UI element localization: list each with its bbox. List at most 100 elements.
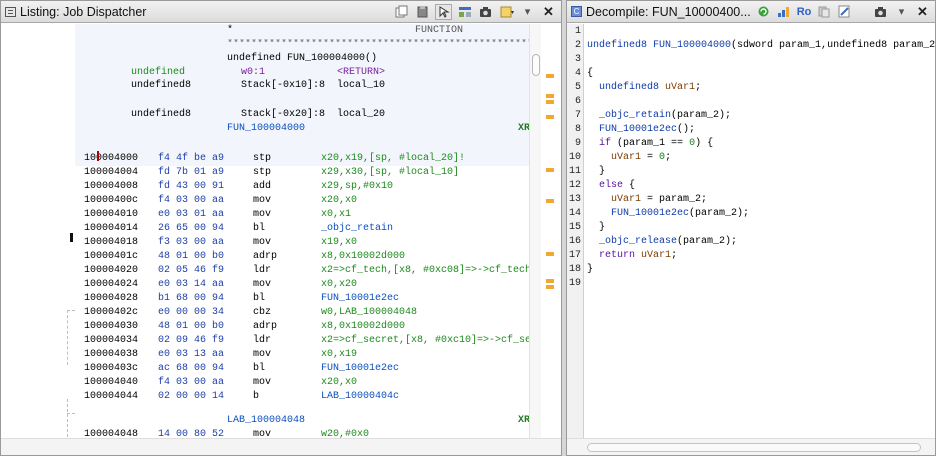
instruction-operands: x29,x30,[sp, #local_10] <box>321 167 460 178</box>
listing-title: Listing: Job Dispatcher <box>20 4 147 19</box>
instruction-address: 100004030 <box>84 321 139 332</box>
overview-marker[interactable] <box>546 279 554 283</box>
instruction-mnemonic: mov <box>253 237 272 248</box>
instruction-mnemonic: mov <box>253 209 272 220</box>
instruction-address: 100004038 <box>84 349 139 360</box>
view-menu-icon[interactable] <box>498 4 515 20</box>
overview-marker[interactable] <box>546 199 554 203</box>
code-token[interactable]: uVar1 <box>665 82 695 93</box>
var-location: Stack[-0x10]:8 <box>241 80 326 91</box>
code-line: uVar1 = 0; <box>587 152 671 163</box>
code-token: ; <box>665 152 672 163</box>
copy-icon[interactable] <box>815 4 832 20</box>
instruction-address: 10000400c <box>84 195 139 206</box>
code-token[interactable]: FUN_100004000 <box>653 40 731 51</box>
line-number: 1 <box>574 26 581 37</box>
code-label[interactable]: LAB_100004048 <box>227 415 305 427</box>
field-layout-icon[interactable] <box>456 4 473 20</box>
function-name-label[interactable]: FUN_100004000 <box>227 123 305 135</box>
code-token[interactable]: uVar1 <box>641 250 671 261</box>
code-token[interactable]: uVar1 <box>611 194 641 205</box>
code-token[interactable]: _objc_release <box>599 236 677 247</box>
close-icon[interactable]: ✕ <box>914 4 931 20</box>
instruction-address: 100004004 <box>84 167 139 178</box>
code-token[interactable]: FUN_10001e2ec <box>611 208 689 219</box>
instruction-mnemonic: ldr <box>253 265 272 276</box>
code-token: (sdword param_1,undefined8 param_2) <box>731 40 936 51</box>
overview-marker[interactable] <box>546 168 554 172</box>
line-number: 2 <box>574 40 581 51</box>
line-number: 11 <box>568 166 581 177</box>
code-token[interactable]: _objc_retain <box>599 110 671 121</box>
instruction-address: 100004020 <box>84 265 139 276</box>
decompiler-horizontal-scrollbar[interactable] <box>567 438 935 455</box>
instruction-bytes: f4 03 00 aa <box>158 195 225 206</box>
graph-icon[interactable] <box>776 4 793 20</box>
code-token: return <box>599 250 636 261</box>
listing-vertical-scrollbar[interactable] <box>529 24 541 438</box>
code-token[interactable]: uVar1 <box>611 152 641 163</box>
code-token: (param_2); <box>671 110 732 121</box>
code-token[interactable]: FUN_10001e2ec <box>599 124 677 135</box>
code-token: } <box>599 166 606 177</box>
instruction-bytes: b1 68 00 94 <box>158 293 225 304</box>
overview-marker[interactable] <box>546 74 554 78</box>
instruction-operands[interactable]: FUN_10001e2ec <box>321 293 399 305</box>
overview-marker[interactable] <box>546 285 554 289</box>
close-icon[interactable]: ✕ <box>540 4 557 20</box>
xref-label[interactable]: XR <box>518 415 529 427</box>
instruction-mnemonic: cbz <box>253 307 272 318</box>
line-number: 18 <box>568 264 581 275</box>
line-number: 3 <box>574 54 581 65</box>
cursor-icon[interactable] <box>435 3 452 20</box>
instruction-operands: w0,LAB_100004048 <box>321 307 418 318</box>
ro-icon[interactable]: Ro <box>797 4 812 20</box>
paste-icon[interactable] <box>414 4 431 20</box>
instruction-bytes: 02 09 46 f9 <box>158 335 225 346</box>
scrollbar-thumb[interactable] <box>532 54 540 76</box>
dropdown-icon[interactable]: ▾ <box>519 4 536 20</box>
instruction-operands[interactable]: FUN_10001e2ec <box>321 363 399 375</box>
line-number: 6 <box>574 96 581 107</box>
code-token: (param_1 == <box>617 138 690 149</box>
code-token: ) { <box>695 138 714 149</box>
instruction-operands: x2=>cf_tech,[x8, #0xc08]=>->cf_tech <box>321 265 529 276</box>
instruction-mnemonic: mov <box>253 429 272 438</box>
instruction-mnemonic: mov <box>253 195 272 206</box>
line-number: 9 <box>574 138 581 149</box>
dropdown-icon[interactable]: ▾ <box>893 4 910 20</box>
overview-marker[interactable] <box>546 94 554 98</box>
line-number: 14 <box>568 208 581 219</box>
instruction-bytes: 48 01 00 b0 <box>158 321 225 332</box>
scrollbar-thumb[interactable] <box>587 443 921 452</box>
code-token: { <box>623 180 636 191</box>
line-number: 12 <box>568 180 581 191</box>
listing-titlebar: Listing: Job Dispatcher ▾ ✕ <box>1 1 561 23</box>
code-line: undefined8 uVar1; <box>587 82 701 93</box>
overview-marker[interactable] <box>546 115 554 119</box>
instruction-operands[interactable]: _objc_retain <box>321 223 393 235</box>
snapshot-icon[interactable] <box>477 4 494 20</box>
overview-marker[interactable] <box>546 252 554 256</box>
instruction-operands: x8,0x10002d000 <box>321 321 406 332</box>
line-number: 8 <box>574 124 581 135</box>
instruction-address: 10000402c <box>84 307 139 318</box>
instruction-operands: x20,x19,[sp, #local_20]! <box>321 153 466 164</box>
copy-icon[interactable] <box>393 4 410 20</box>
function-signature: undefined FUN_100004000() <box>227 53 378 64</box>
instruction-address: 100004028 <box>84 293 139 304</box>
line-number: 4 <box>574 68 581 79</box>
refresh-icon[interactable] <box>755 4 772 20</box>
instruction-operands[interactable]: LAB_10000404c <box>321 391 399 403</box>
edit-icon[interactable] <box>836 4 853 20</box>
xref-label[interactable]: XR <box>518 123 529 135</box>
snapshot-icon[interactable] <box>872 4 889 20</box>
overview-margin[interactable] <box>541 24 561 438</box>
header-stars-row: ****************************************… <box>75 39 529 51</box>
listing-code-view[interactable]: * FUNCTION *****************************… <box>75 24 529 438</box>
listing-horizontal-scrollbar[interactable] <box>1 438 561 455</box>
decompiler-code-view[interactable]: 1 2 3 4 5 6 7 8 9 10 11 12 13 14 15 16 17 18 19 undefined8… <box>567 24 936 438</box>
line-number: 5 <box>574 82 581 93</box>
overview-marker[interactable] <box>546 100 554 104</box>
instruction-mnemonic: mov <box>253 349 272 360</box>
